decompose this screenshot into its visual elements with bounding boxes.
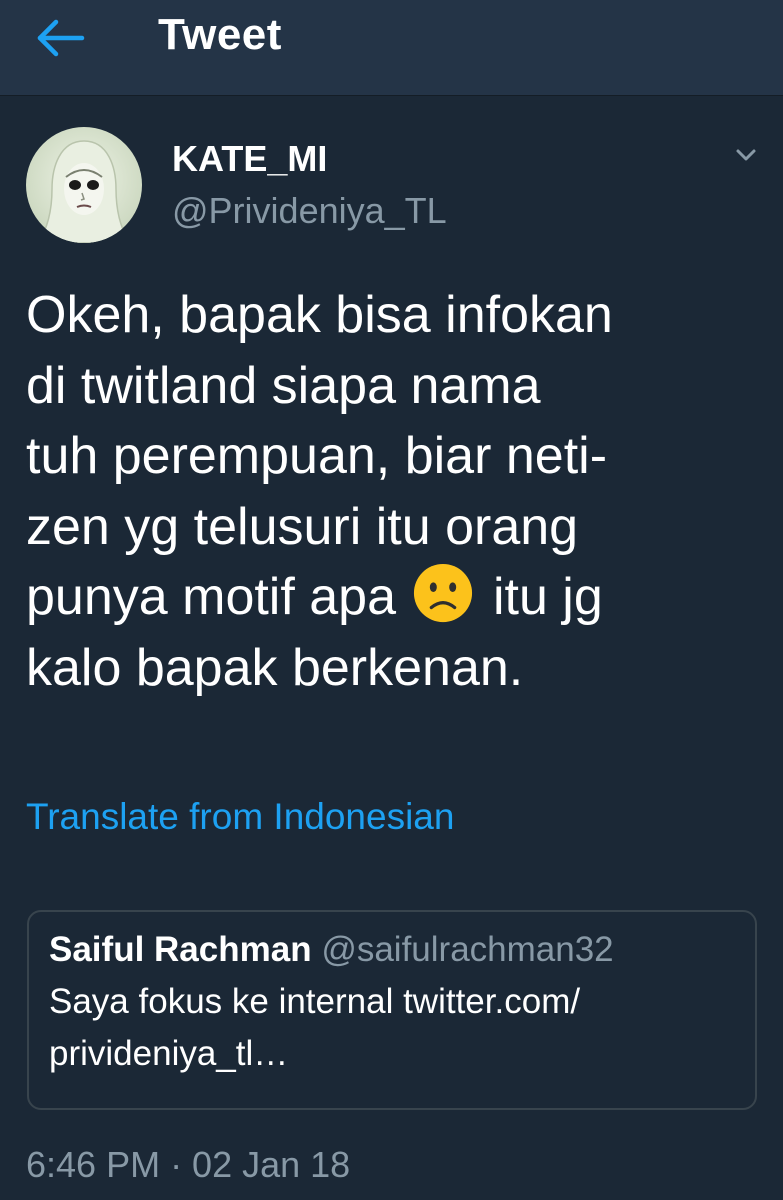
quoted-tweet-text-line: privideniya_tl… — [49, 1034, 289, 1073]
tweet-text-line-with-emoji: punya motif apa itu jg — [26, 562, 766, 633]
tweet-text-segment: punya motif apa — [26, 568, 397, 626]
author-handle[interactable]: @Privideniya_TL — [172, 190, 447, 232]
quoted-author-name: Saiful Rachman — [49, 930, 312, 969]
quoted-tweet-text-line: Saya fokus ke internal twitter.com/ — [49, 982, 581, 1021]
page-title: Tweet — [158, 10, 282, 59]
quoted-author-handle: @saifulrachman32 — [321, 930, 614, 969]
tweet-text-line: tuh perempuan, biar neti- — [26, 427, 608, 485]
tweet-menu-button[interactable] — [728, 140, 764, 170]
tweet-text-segment: itu jg — [492, 568, 603, 626]
profile-photo — [26, 127, 142, 243]
tweet-text: Okeh, bapak bisa infokan di twitland sia… — [26, 280, 766, 703]
quoted-tweet-card[interactable]: Saiful Rachman @saifulrachman32 Saya fok… — [27, 910, 757, 1110]
tweet-text-line: kalo bapak berkenan. — [26, 638, 524, 697]
back-arrow-icon — [37, 19, 85, 57]
avatar[interactable] — [26, 127, 142, 243]
quoted-tweet-author: Saiful Rachman @saifulrachman32 — [49, 930, 614, 970]
chevron-down-icon — [736, 149, 756, 161]
top-app-bar: Tweet — [0, 0, 783, 96]
slightly-frowning-face-icon — [414, 563, 473, 623]
tweet-text-line: zen yg telusuri itu orang — [26, 497, 579, 556]
tweet-text-line: Okeh, bapak bisa infokan — [26, 286, 613, 344]
back-button[interactable] — [26, 12, 96, 64]
tweet-timestamp: 6:46 PM · 02 Jan 18 — [26, 1144, 351, 1185]
tweet-text-line: di twitland siapa nama — [26, 356, 541, 415]
author-display-name[interactable]: KATE_MI — [172, 138, 327, 180]
translate-link[interactable]: Translate from Indonesian — [26, 796, 454, 838]
